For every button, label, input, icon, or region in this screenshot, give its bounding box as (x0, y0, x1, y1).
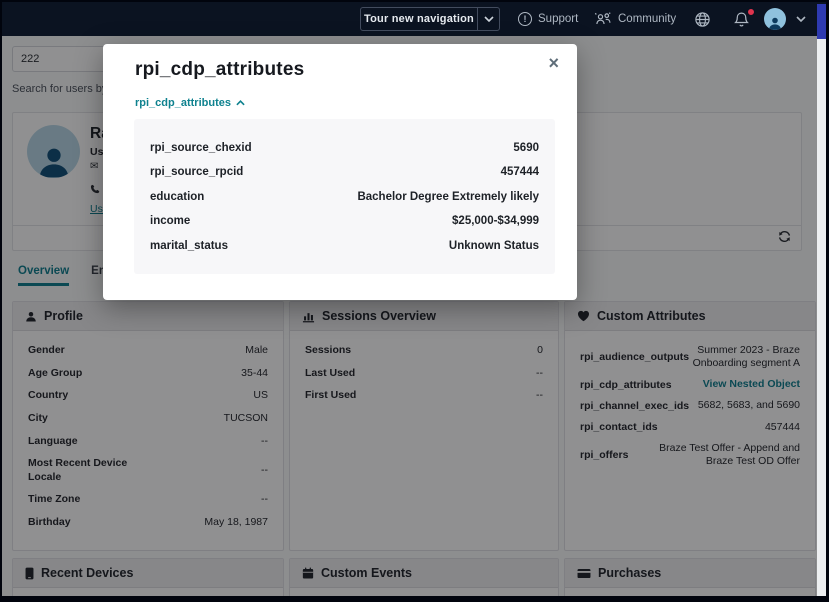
section-toggle-link[interactable]: rpi_cdp_attributes (135, 97, 245, 109)
nav-item-support[interactable]: ! Support (518, 2, 578, 36)
community-label: Community (618, 13, 676, 25)
chevron-up-icon (236, 100, 245, 106)
nested-attributes-panel: rpi_source_chexid 5690 rpi_source_rpcid 45… (134, 119, 555, 274)
nested-attribute-label: income (150, 215, 190, 227)
notifications-button[interactable] (733, 2, 750, 36)
nested-attribute-value: $25,000-$34,999 (452, 215, 539, 227)
nav-item-community[interactable]: Community (594, 2, 676, 36)
scrollbar-track[interactable] (817, 36, 826, 596)
nested-attribute-label: rpi_source_rpcid (150, 166, 243, 178)
tour-new-navigation-label: Tour new navigation (361, 13, 477, 25)
modal-title: rpi_cdp_attributes (135, 59, 304, 81)
language-globe-button[interactable] (694, 2, 711, 36)
nested-attribute-label: marital_status (150, 240, 228, 252)
notification-badge (747, 8, 755, 16)
chevron-down-icon[interactable] (477, 8, 499, 30)
globe-icon (694, 11, 711, 28)
nested-attribute-label: education (150, 191, 204, 203)
support-label: Support (538, 13, 578, 25)
support-icon: ! (518, 12, 532, 26)
nested-attribute-value: 5690 (513, 142, 539, 154)
top-navigation-bar: Tour new navigation ! Support Community (2, 2, 826, 36)
community-icon (594, 12, 612, 26)
nested-attribute-value: Bachelor Degree Extremely likely (357, 191, 539, 203)
tour-new-navigation-button[interactable]: Tour new navigation (360, 7, 500, 31)
avatar (764, 8, 786, 30)
user-menu[interactable] (764, 2, 806, 36)
scrollbar-thumb[interactable] (817, 4, 826, 39)
close-icon[interactable]: × (544, 50, 563, 76)
section-toggle-label: rpi_cdp_attributes (135, 97, 231, 109)
nested-attribute-value: Unknown Status (449, 240, 539, 252)
nested-attribute-label: rpi_source_chexid (150, 142, 252, 154)
app-window: Tour new navigation ! Support Community (0, 0, 829, 602)
nested-attribute-value: 457444 (501, 166, 539, 178)
chevron-down-icon (796, 16, 806, 22)
nested-object-modal: rpi_cdp_attributes × rpi_cdp_attributes … (103, 44, 577, 300)
